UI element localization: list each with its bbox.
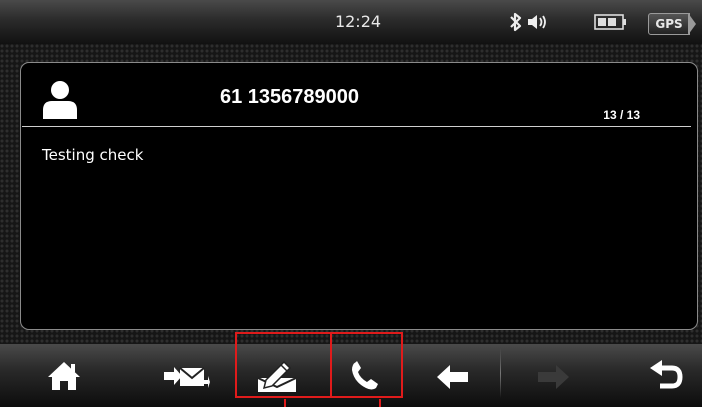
- gps-indicator[interactable]: GPS: [648, 13, 690, 35]
- previous-button[interactable]: [420, 344, 490, 407]
- highlight-edit-button: [235, 332, 332, 398]
- return-icon: [650, 360, 683, 389]
- volume-icon: [528, 15, 546, 29]
- back-button[interactable]: [626, 344, 696, 407]
- highlight-marker-left: [284, 399, 286, 407]
- header-divider: [22, 126, 691, 127]
- person-icon: [43, 81, 77, 119]
- battery-icon: [594, 14, 626, 30]
- clock: 12:24: [334, 12, 382, 31]
- toolbar-separator: [500, 348, 501, 398]
- next-button[interactable]: [520, 344, 590, 407]
- home-icon: [48, 362, 80, 390]
- forward-mail-icon: [164, 367, 210, 388]
- home-button[interactable]: [28, 344, 98, 407]
- arrow-left-icon: [437, 365, 468, 389]
- forward-message-button[interactable]: [150, 344, 220, 407]
- message-counter: 13 / 13: [603, 108, 640, 122]
- arrow-right-icon: [538, 365, 569, 389]
- gps-indicator-arrow: [688, 13, 696, 35]
- phone-number: 61 1356789000: [220, 86, 360, 108]
- message-body: Testing check: [42, 146, 144, 164]
- highlight-marker-right: [379, 399, 381, 407]
- highlight-call-button: [330, 332, 403, 398]
- bluetooth-icon: [510, 12, 522, 32]
